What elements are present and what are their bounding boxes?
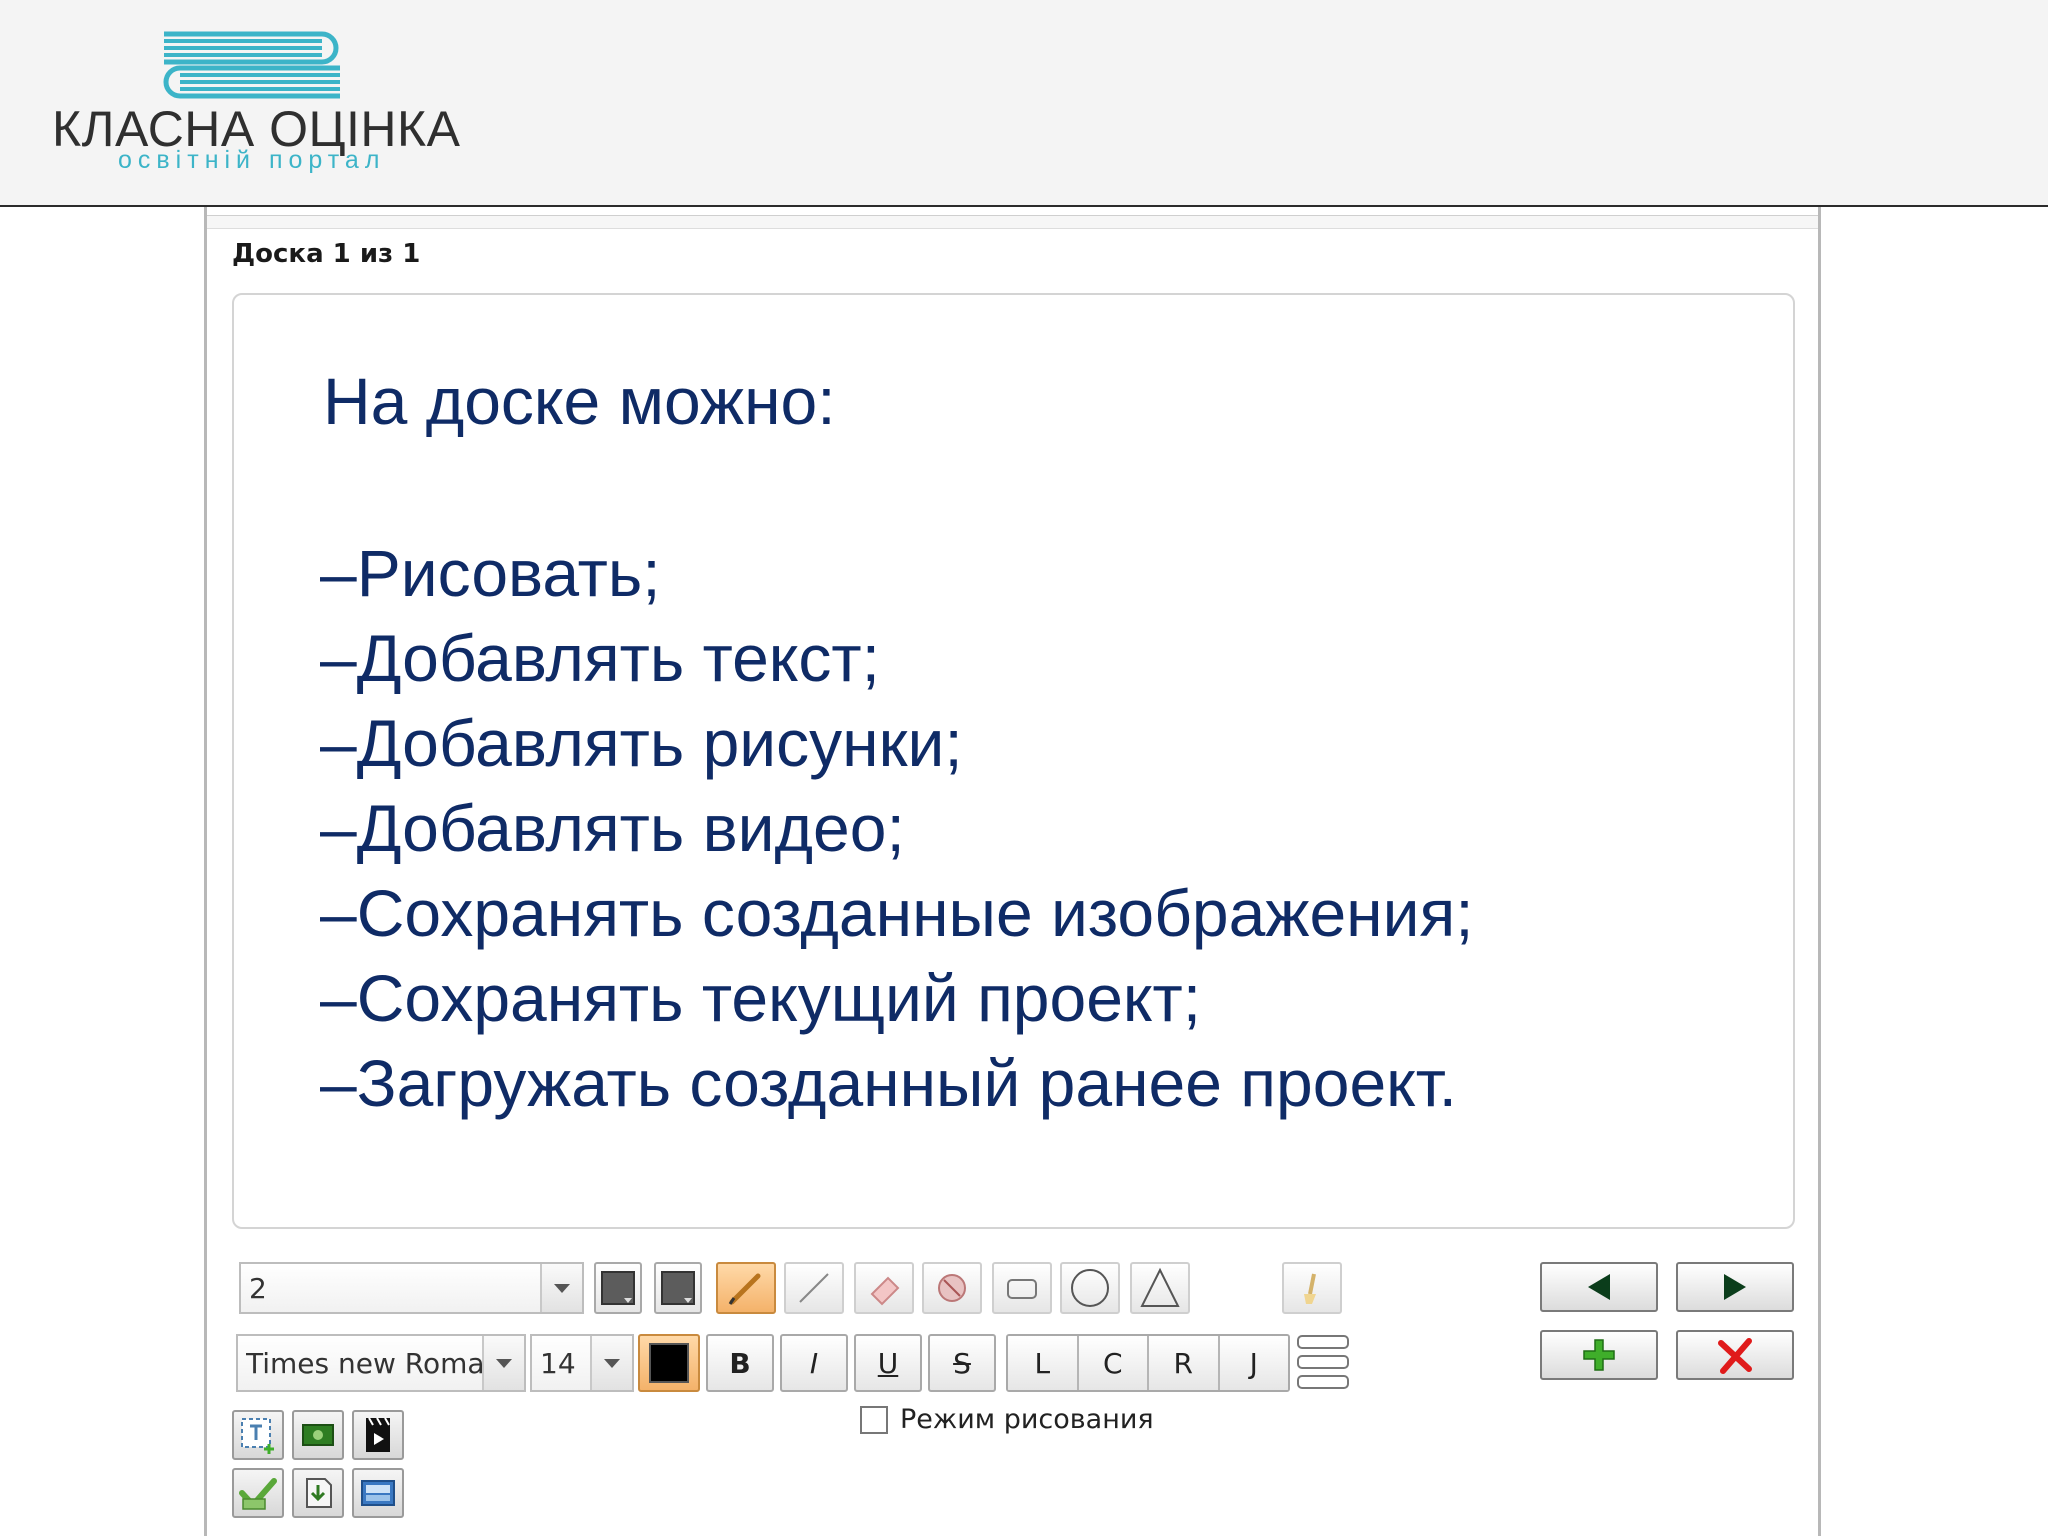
bold-button[interactable]: B [706,1334,774,1392]
logo-subtitle: освітній портал [118,146,386,174]
fill-color-button[interactable] [594,1262,642,1314]
next-board-button[interactable] [1676,1262,1794,1312]
chevron-down-icon[interactable] [540,1264,582,1312]
next-board-icon [1724,1274,1746,1300]
add-text-button[interactable] [232,1410,284,1460]
align-justify-button[interactable]: J [1219,1336,1288,1390]
add-board-button[interactable] [1540,1330,1658,1380]
line-spacing-button[interactable] [1296,1334,1350,1392]
list-item: –Рисовать; [320,536,661,610]
list-item: –Сохранять текущий проект; [320,961,1202,1035]
add-image-icon [302,1424,334,1446]
add-text-icon [241,1418,274,1454]
frame-top-bar [207,215,1818,229]
rectangle-tool-button[interactable] [992,1262,1052,1314]
circle-tool-button[interactable] [1060,1262,1120,1314]
line-icon [799,1273,829,1303]
font-size-select[interactable]: 14 [530,1334,634,1392]
list-item: –Добавлять рисунки; [320,706,963,780]
circle-icon [1071,1269,1109,1307]
book-logo-icon [163,31,340,99]
line-width-value: 2 [249,1271,267,1305]
underline-button[interactable]: U [854,1334,922,1392]
board-heading: На доске можно: [323,364,836,438]
add-image-button[interactable] [292,1410,344,1460]
line-tool-button[interactable] [784,1262,844,1314]
align-left-button[interactable]: L [1008,1336,1079,1390]
list-item: –Сохранять созданные изображения; [320,876,1474,950]
fill-color-icon [601,1271,635,1305]
align-center-button[interactable]: C [1078,1336,1149,1390]
site-header: КЛАСНА ОЦІНКА освітній портал [0,0,2048,207]
text-color-swatch [649,1343,689,1383]
brush-icon [1304,1273,1316,1304]
board-feature-list: –Рисовать; –Добавлять текст; –Добавлять … [320,531,1474,1126]
add-video-icon [366,1417,390,1452]
list-item: –Добавлять видео; [320,791,905,865]
pencil-tool-button[interactable] [716,1262,776,1314]
save-project-icon [306,1478,332,1508]
previous-board-icon [1588,1274,1610,1300]
chevron-down-icon[interactable] [482,1336,524,1390]
eraser-tool-button[interactable] [854,1262,914,1314]
triangle-tool-button[interactable] [1130,1262,1190,1314]
text-align-group: L C R J [1006,1334,1290,1392]
save-image-button[interactable] [232,1468,284,1518]
drawing-mode-toggle[interactable]: Режим рисования [860,1404,1154,1435]
add-board-icon [1583,1339,1615,1371]
save-image-icon [239,1478,277,1510]
load-project-button[interactable] [352,1468,404,1518]
save-project-button[interactable] [292,1468,344,1518]
whiteboard-canvas[interactable]: На доске можно: –Рисовать; –Добавлять те… [232,293,1795,1229]
list-item: –Добавлять текст; [320,621,880,695]
triangle-icon [1140,1267,1180,1307]
delete-board-icon [1718,1338,1752,1374]
load-project-icon [361,1480,395,1506]
italic-button[interactable]: I [780,1334,848,1392]
delete-board-button[interactable] [1676,1330,1794,1380]
add-video-button[interactable] [352,1410,404,1460]
chevron-down-icon[interactable] [590,1336,632,1390]
previous-board-button[interactable] [1540,1262,1658,1312]
clear-tool-button[interactable] [922,1262,982,1314]
stroke-color-button[interactable] [654,1262,702,1314]
eraser-icon [870,1276,900,1306]
list-item: –Загружать созданный ранее проект. [320,1046,1458,1120]
board-counter: Доска 1 из 1 [232,239,421,269]
text-color-button[interactable] [638,1334,700,1392]
strikethrough-button[interactable]: S [928,1334,996,1392]
site-logo[interactable]: КЛАСНА ОЦІНКА освітній портал [52,30,472,180]
brush-tool-button[interactable] [1282,1262,1342,1314]
clear-icon [938,1274,966,1302]
align-right-button[interactable]: R [1149,1336,1220,1390]
font-family-select[interactable]: Times new Roman [236,1334,526,1392]
drawing-mode-label: Режим рисования [900,1404,1154,1435]
pencil-icon [728,1273,761,1305]
rectangle-icon [1007,1279,1037,1299]
stroke-color-icon [661,1271,695,1305]
drawing-mode-checkbox[interactable] [860,1405,888,1434]
line-width-select[interactable]: 2 [239,1262,584,1314]
line-spacing-icon [1297,1335,1349,1389]
